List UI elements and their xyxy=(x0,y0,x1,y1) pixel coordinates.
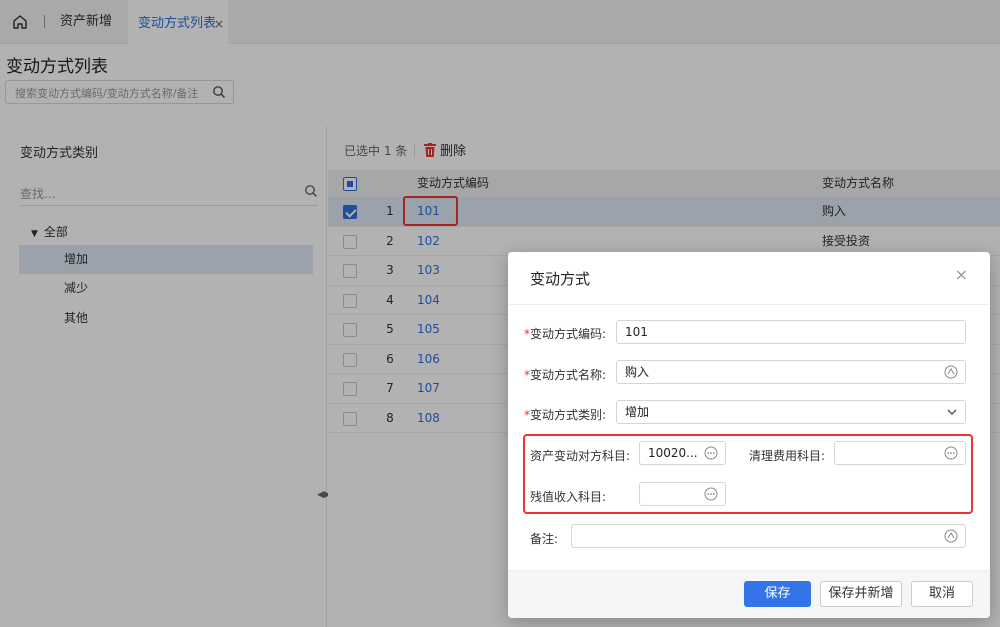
residual-account-label: 残值收入科目: xyxy=(530,490,607,504)
cleanup-account-input[interactable] xyxy=(834,441,966,465)
cleanup-account-label: 清理费用科目: xyxy=(749,449,826,463)
counter-account-label: 资产变动对方科目: xyxy=(530,449,631,463)
change-method-dialog: 变动方式 × *变动方式编码: 101 *变动方式名称: 购入 *变动方式类别:… xyxy=(508,252,990,618)
name-input[interactable]: 购入 xyxy=(616,360,966,384)
save-button[interactable]: 保存 xyxy=(744,581,811,607)
dialog-footer: 保存 保存并新增 取消 xyxy=(508,570,990,618)
chevron-down-icon[interactable] xyxy=(946,406,958,418)
code-input[interactable]: 101 xyxy=(616,320,966,344)
cancel-button[interactable]: 取消 xyxy=(911,581,973,607)
more-icon[interactable] xyxy=(704,487,718,501)
dialog-title: 变动方式 xyxy=(530,270,591,288)
type-value: 增加 xyxy=(625,405,650,419)
code-label: *变动方式编码: xyxy=(524,327,607,341)
more-icon[interactable] xyxy=(944,446,958,460)
counter-account-input[interactable]: 10020... xyxy=(639,441,726,465)
residual-account-input[interactable] xyxy=(639,482,726,506)
type-select[interactable]: 增加 xyxy=(616,400,966,424)
save-and-new-button[interactable]: 保存并新增 xyxy=(820,581,902,607)
counter-account-value: 10020... xyxy=(648,446,698,460)
type-label: *变动方式类别: xyxy=(524,408,607,422)
translate-icon[interactable] xyxy=(944,365,958,379)
remark-label: 备注: xyxy=(530,532,559,546)
translate-icon[interactable] xyxy=(944,529,958,543)
name-value: 购入 xyxy=(625,365,650,379)
remark-input[interactable] xyxy=(571,524,966,548)
name-label: *变动方式名称: xyxy=(524,368,607,382)
close-icon[interactable]: × xyxy=(955,265,968,284)
more-icon[interactable] xyxy=(704,446,718,460)
dialog-divider xyxy=(508,304,990,305)
